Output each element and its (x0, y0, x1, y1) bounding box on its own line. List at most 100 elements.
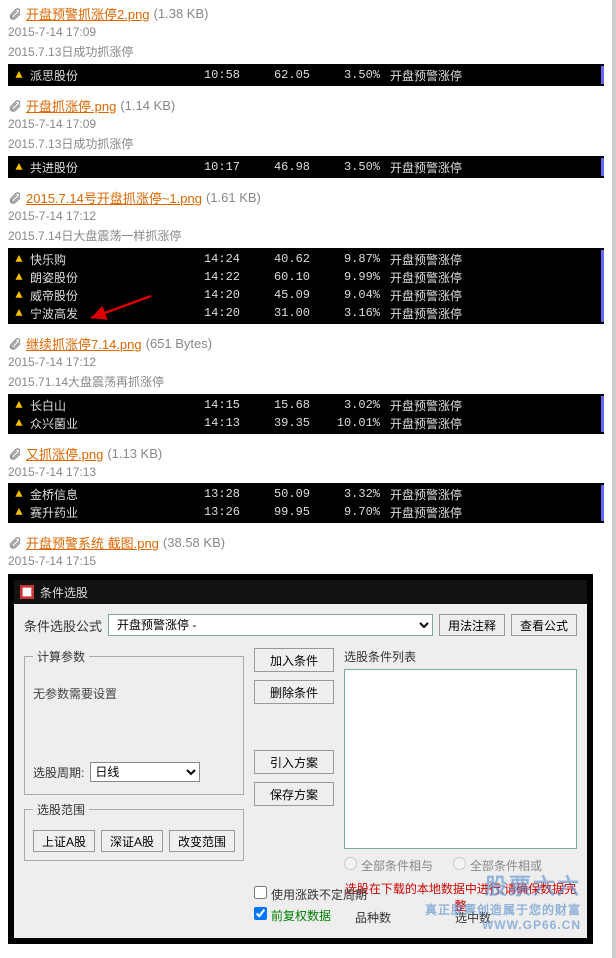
file-line: 又抓涨停.png (1.13 KB) (8, 444, 604, 463)
period-select[interactable]: 日线 (90, 762, 200, 782)
delete-condition-button[interactable]: 删除条件 (254, 680, 334, 704)
dialog-title: 条件选股 (40, 584, 88, 601)
file-link[interactable]: 开盘预警系统 截图.png (26, 533, 159, 552)
range-legend: 选股范围 (33, 801, 89, 818)
stock-pct: 3.16% (310, 306, 390, 320)
stock-label: 开盘预警涨停 (390, 305, 601, 322)
file-timestamp: 2015-7-14 17:09 (8, 25, 604, 39)
stock-pct: 9.04% (310, 288, 390, 302)
scrollbar-indicator (601, 158, 604, 176)
table-row: ▲ 宁波高发 14:20 31.00 3.16% 开盘预警涨停 (8, 304, 604, 322)
range-fieldset: 选股范围 上证A股 深证A股 改变范围 (24, 801, 244, 861)
dialog-titlebar: 条件选股 (14, 580, 587, 604)
file-size: (38.58 KB) (163, 535, 225, 550)
stock-time: 13:26 (170, 505, 240, 519)
add-condition-button[interactable]: 加入条件 (254, 648, 334, 672)
file-timestamp: 2015-7-14 17:15 (8, 554, 604, 568)
file-line: 2015.7.14号开盘抓涨停~1.png (1.61 KB) (8, 188, 604, 207)
file-link[interactable]: 2015.7.14号开盘抓涨停~1.png (26, 188, 202, 207)
file-link[interactable]: 开盘预警抓涨停2.png (26, 4, 150, 23)
scrollbar-indicator (601, 414, 604, 432)
opt-fixed-period[interactable]: 使用涨跌不定周期 (254, 886, 577, 903)
formula-select[interactable]: 开盘预警涨停 - (108, 614, 433, 636)
stock-price: 50.09 (240, 487, 310, 501)
usage-button[interactable]: 用法注释 (439, 614, 505, 636)
scrollbar-indicator (601, 286, 604, 304)
stock-name: 金桥信息 (30, 486, 170, 503)
file-link[interactable]: 又抓涨停.png (26, 444, 103, 463)
stock-name: 威帝股份 (30, 287, 170, 304)
file-caption: 2015.71.14大盘震荡再抓涨停 (8, 373, 604, 390)
radio-and[interactable]: 全部条件相与 (344, 857, 433, 874)
scrollbar-indicator (601, 304, 604, 322)
table-row: ▲ 快乐购 14:24 40.62 9.87% 开盘预警涨停 (8, 250, 604, 268)
file-size: (1.61 KB) (206, 190, 261, 205)
file-link[interactable]: 开盘抓涨停.png (26, 96, 116, 115)
attachment-section: 开盘抓涨停.png (1.14 KB) 2015-7-14 17:09 2015.… (8, 96, 604, 178)
up-arrow-icon: ▲ (8, 160, 30, 174)
stock-pct: 9.99% (310, 270, 390, 284)
stock-time: 10:17 (170, 160, 240, 174)
table-row: ▲ 金桥信息 13:28 50.09 3.32% 开盘预警涨停 (8, 485, 604, 503)
condition-listbox[interactable] (344, 669, 577, 849)
attachment-section: 开盘预警抓涨停2.png (1.38 KB) 2015-7-14 17:09 20… (8, 4, 604, 86)
opt-xzs: 选中数 (455, 909, 491, 926)
scrollbar-indicator (601, 268, 604, 286)
file-caption: 2015.7.13日成功抓涨停 (8, 43, 604, 60)
up-arrow-icon: ▲ (8, 270, 30, 284)
attachment-icon (8, 536, 22, 550)
stock-price: 62.05 (240, 68, 310, 82)
range-sha-button[interactable]: 上证A股 (33, 830, 95, 852)
stock-name: 长白山 (30, 397, 170, 414)
opt-pzs: 品种数 (355, 909, 391, 926)
range-sza-button[interactable]: 深证A股 (101, 830, 163, 852)
stock-price: 39.35 (240, 416, 310, 430)
change-range-button[interactable]: 改变范围 (169, 830, 235, 852)
stock-price: 46.98 (240, 160, 310, 174)
file-timestamp: 2015-7-14 17:09 (8, 117, 604, 131)
calc-params-fieldset: 计算参数 无参数需要设置 选股周期: 日线 (24, 648, 244, 795)
stock-time: 14:13 (170, 416, 240, 430)
file-line: 继续抓涨停7.14.png (651 Bytes) (8, 334, 604, 353)
stock-label: 开盘预警涨停 (390, 159, 601, 176)
scrollbar-indicator (601, 503, 604, 521)
stock-price: 31.00 (240, 306, 310, 320)
file-timestamp: 2015-7-14 17:13 (8, 465, 604, 479)
file-caption: 2015.7.13日成功抓涨停 (8, 135, 604, 152)
stock-price: 15.68 (240, 398, 310, 412)
file-link[interactable]: 继续抓涨停7.14.png (26, 334, 142, 353)
no-params-text: 无参数需要设置 (33, 685, 235, 702)
stock-pct: 3.50% (310, 160, 390, 174)
up-arrow-icon: ▲ (8, 487, 30, 501)
stock-name: 派思股份 (30, 67, 170, 84)
stock-label: 开盘预警涨停 (390, 415, 601, 432)
up-arrow-icon: ▲ (8, 68, 30, 82)
file-timestamp: 2015-7-14 17:12 (8, 355, 604, 369)
table-row: ▲ 朗姿股份 14:22 60.10 9.99% 开盘预警涨停 (8, 268, 604, 286)
import-scheme-button[interactable]: 引入方案 (254, 750, 334, 774)
table-row: ▲ 威帝股份 14:20 45.09 9.04% 开盘预警涨停 (8, 286, 604, 304)
file-line: 开盘抓涨停.png (1.14 KB) (8, 96, 604, 115)
stock-label: 开盘预警涨停 (390, 397, 601, 414)
up-arrow-icon: ▲ (8, 252, 30, 266)
condition-list-label: 选股条件列表 (344, 648, 577, 665)
stock-price: 45.09 (240, 288, 310, 302)
radio-or[interactable]: 全部条件相或 (453, 857, 542, 874)
condition-select-dialog: 条件选股 条件选股公式 开盘预警涨停 - 用法注释 查看公式 计算参数 无参数需… (8, 574, 593, 944)
stock-name: 宁波高发 (30, 305, 170, 322)
stock-label: 开盘预警涨停 (390, 251, 601, 268)
opt-fq[interactable]: 前复权数据 (254, 907, 331, 924)
stock-label: 开盘预警涨停 (390, 486, 601, 503)
view-formula-button[interactable]: 查看公式 (511, 614, 577, 636)
stock-time: 13:28 (170, 487, 240, 501)
save-scheme-button[interactable]: 保存方案 (254, 782, 334, 806)
stock-table: ▲ 长白山 14:15 15.68 3.02% 开盘预警涨停 ▲ 众兴菌业 14… (8, 394, 604, 434)
file-line: 开盘预警系统 截图.png (38.58 KB) (8, 533, 604, 552)
period-label: 选股周期: (33, 764, 84, 781)
file-line: 开盘预警抓涨停2.png (1.38 KB) (8, 4, 604, 23)
stock-pct: 3.32% (310, 487, 390, 501)
table-row: ▲ 派思股份 10:58 62.05 3.50% 开盘预警涨停 (8, 66, 604, 84)
stock-name: 快乐购 (30, 251, 170, 268)
attachment-icon (8, 191, 22, 205)
stock-label: 开盘预警涨停 (390, 504, 601, 521)
